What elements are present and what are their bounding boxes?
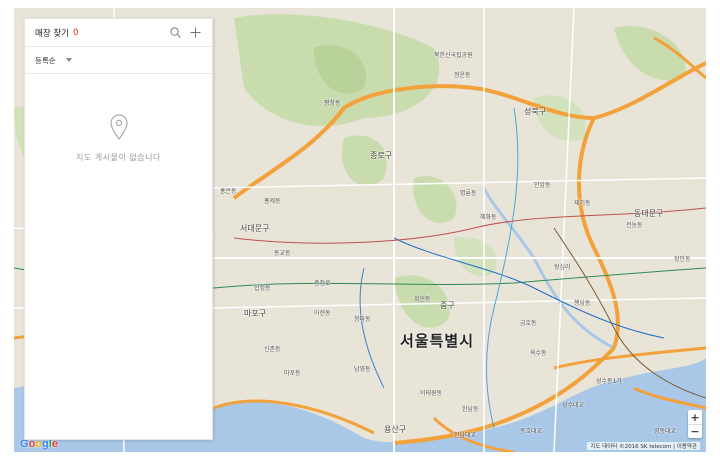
neighborhood-label: 평창동	[324, 100, 341, 107]
sort-label: 등록순	[35, 55, 56, 65]
neighborhood-label: 청운동	[454, 72, 471, 79]
neighborhood-label: 전농동	[626, 222, 643, 229]
sort-dropdown[interactable]: 등록순	[25, 47, 212, 74]
neighborhood-label: 북한산국립공원	[434, 52, 473, 59]
neighborhood-label: 홍제동	[264, 198, 281, 205]
chevron-down-icon	[65, 58, 72, 62]
neighborhood-label: 금호동	[520, 320, 537, 327]
neighborhood-label: 성수대교	[562, 402, 585, 409]
district-label: 용산구	[384, 425, 407, 434]
zoom-out-button[interactable]: −	[688, 424, 702, 438]
neighborhood-label: 혜화동	[480, 214, 497, 221]
neighborhood-label: 아현동	[314, 310, 331, 317]
neighborhood-label: 동호대교	[520, 428, 543, 435]
neighborhood-label: 명륜동	[460, 190, 477, 197]
district-label: 동대문구	[634, 209, 664, 218]
neighborhood-label: 영동대교	[654, 428, 677, 435]
neighborhood-label: 남영동	[354, 366, 371, 373]
district-label: 종로구	[370, 151, 393, 160]
neighborhood-label: 이태원동	[420, 390, 443, 397]
neighborhood-label: 한남동	[462, 406, 479, 413]
panel-header: 매장 찾기 0	[25, 19, 212, 47]
neighborhood-label: 신촌동	[264, 346, 281, 353]
zoom-in-button[interactable]: +	[688, 410, 702, 424]
neighborhood-label: 행당동	[574, 300, 591, 307]
neighborhood-label: 마포동	[284, 370, 301, 377]
empty-state: 지도 게시물이 없습니다	[25, 114, 212, 163]
neighborhood-label: 제기동	[574, 200, 591, 207]
result-count: 0	[72, 27, 79, 38]
neighborhood-label: 한남대교	[454, 432, 477, 439]
neighborhood-label: 성수동1가	[596, 378, 622, 385]
neighborhood-label: 옥수동	[530, 350, 547, 357]
district-label: 마포구	[244, 309, 267, 318]
neighborhood-label: 장안동	[674, 256, 691, 263]
plus-icon[interactable]	[188, 26, 202, 40]
neighborhood-label: 홍은동	[220, 188, 237, 195]
neighborhood-label: 합정동	[254, 285, 271, 292]
panel-title: 매장 찾기	[35, 28, 69, 39]
city-label: 서울특별시	[400, 332, 475, 350]
neighborhood-label: 회현동	[414, 296, 431, 303]
map-attribution[interactable]: 지도 데이터 ©2016 SK telecom | 이용약관	[587, 442, 700, 450]
district-label: 성북구	[524, 107, 547, 116]
map-pin-icon	[109, 114, 128, 140]
district-label: 서대문구	[240, 224, 270, 233]
neighborhood-label: 충정로	[314, 280, 331, 287]
search-icon[interactable]	[168, 26, 182, 40]
store-finder-panel: 매장 찾기 0 등록순 지도 게시물이 없습니다	[24, 18, 213, 440]
district-label: 중구	[440, 301, 455, 310]
neighborhood-label: 청파동	[354, 316, 371, 323]
zoom-controls: + −	[688, 410, 702, 438]
neighborhood-label: 안암동	[534, 182, 551, 189]
neighborhood-label: 왕십리	[554, 264, 571, 271]
neighborhood-label: 동교동	[274, 250, 291, 257]
empty-message: 지도 게시물이 없습니다	[76, 153, 161, 162]
